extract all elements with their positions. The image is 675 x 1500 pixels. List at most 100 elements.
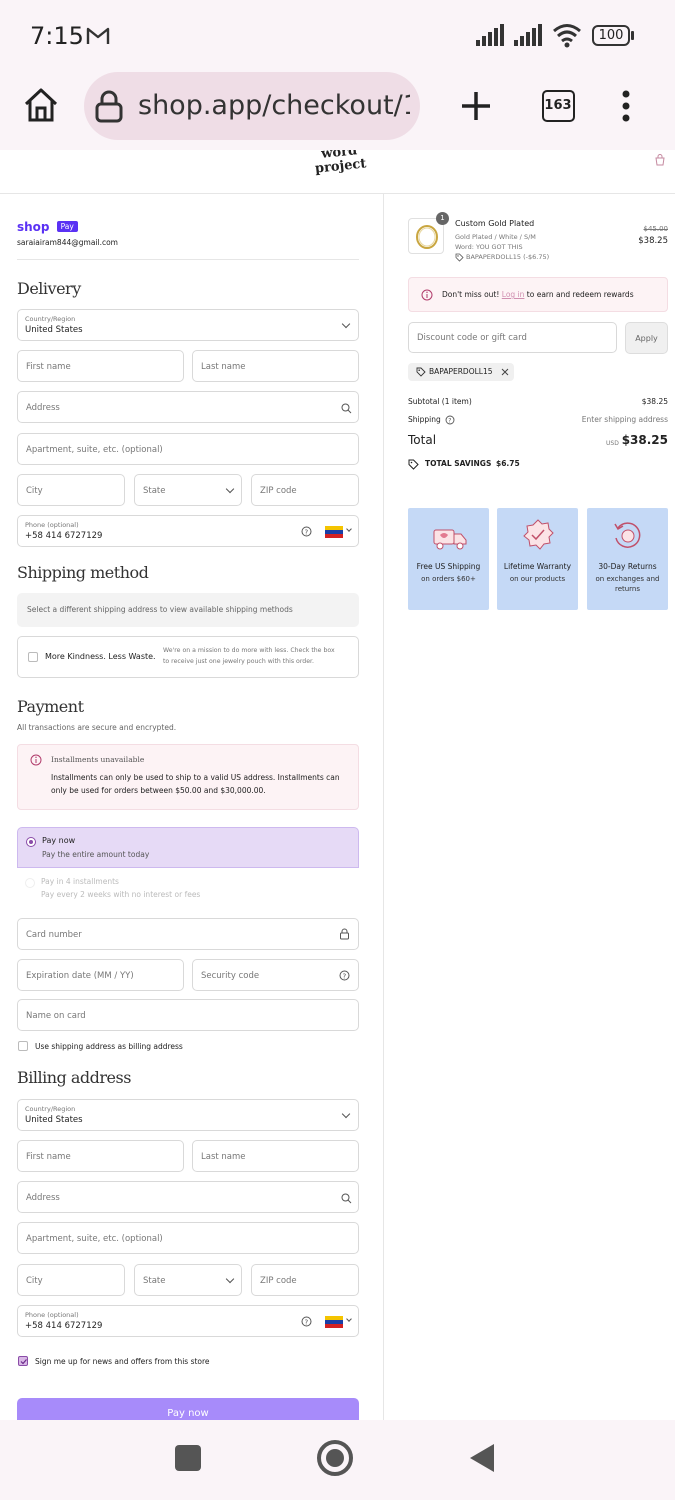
billing-city-input[interactable]: City [17,1264,125,1296]
kindness-desc-1: We're on a mission to do more with less.… [163,647,335,654]
city-input[interactable]: City [17,474,125,506]
help-icon[interactable]: ? [339,970,350,981]
lock-icon[interactable] [94,90,124,124]
kindness-option[interactable]: More Kindness. Less Waste. We're on a mi… [17,636,359,678]
home-button[interactable] [317,1440,353,1476]
tag-icon [416,367,426,377]
svg-text:?: ? [448,418,451,425]
billing-zip-input[interactable]: ZIP code [251,1264,359,1296]
first-name-input[interactable]: First name [17,350,184,382]
search-icon [341,1193,352,1204]
chevron-down-icon [341,319,351,329]
help-icon[interactable]: ? [301,1316,312,1327]
feature-subtitle: on orders $60+ [421,575,476,583]
billing-state-select[interactable]: State [134,1264,242,1296]
new-tab-icon[interactable] [460,90,492,122]
discount-input[interactable]: Discount code or gift card [408,322,617,353]
login-link[interactable]: Log in [502,290,525,299]
remove-code-icon[interactable] [501,368,509,376]
status-bar: 7:15 100 [0,0,675,72]
feature-title: Free US Shipping [416,562,481,571]
pay-now-button[interactable]: Pay now [17,1398,359,1420]
pay-now-radio[interactable] [26,837,36,847]
total-currency: USD [606,440,619,447]
radio-dot [29,840,33,844]
truck-icon [433,529,467,550]
home-icon[interactable] [22,86,60,124]
check-icon [20,1359,27,1365]
billing-address-input[interactable]: Address [17,1181,359,1213]
back-button[interactable] [468,1442,496,1474]
first-name-placeholder: First name [26,362,71,372]
shipping-method-heading: Shipping method [17,563,149,582]
installments-alert: Installments unavailable Installments ca… [17,744,359,810]
delivery-heading: Delivery [17,279,81,298]
billing-address-placeholder: Address [26,1193,60,1203]
svg-text:?: ? [343,973,347,981]
billing-last-name-input[interactable]: Last name [192,1140,359,1172]
newsletter-label: Sign me up for news and offers from this… [35,1357,210,1366]
discount-placeholder: Discount code or gift card [417,333,527,343]
applied-code-chip: BAPAPERDOLL15 [408,363,514,381]
kindness-checkbox[interactable] [28,652,38,662]
tag-icon [455,253,464,262]
shop-pay-logo[interactable]: shop Pay [17,216,78,235]
system-nav-bar [0,1420,675,1500]
url-text[interactable]: shop.app/checkout/12 [138,90,410,121]
feature-30-day-returns: 30-Day Returns on exchanges and returns [587,508,668,610]
expiration-input[interactable]: Expiration date (MM / YY) [17,959,184,991]
pay-now-option[interactable]: Pay now Pay the entire amount today [17,827,359,868]
card-number-input[interactable]: Card number [17,918,359,950]
cart-icon[interactable] [654,154,666,166]
return-icon [614,522,641,548]
recents-button[interactable] [175,1445,201,1471]
apartment-input[interactable]: Apartment, suite, etc. (optional) [17,433,359,465]
last-name-placeholder: Last name [201,362,246,372]
zip-input[interactable]: ZIP code [251,474,359,506]
security-code-input[interactable]: Security code ? [192,959,359,991]
billing-phone-input[interactable]: Phone (optional) +58 414 6727129 ? [17,1305,359,1337]
chevron-down-icon [341,1109,351,1119]
feature-title: 30-Day Returns [598,562,657,571]
pay-in-4-option: Pay in 4 installments Pay every 2 weeks … [17,868,359,908]
apply-button[interactable]: Apply [625,322,668,354]
address-input[interactable]: Address [17,391,359,423]
original-price: $45.00 [643,225,669,233]
billing-apartment-placeholder: Apartment, suite, etc. (optional) [26,1234,163,1244]
billing-country-label: Country/Region [25,1105,76,1113]
shipping-label: Shipping [408,415,441,424]
svg-text:?: ? [305,529,309,537]
login-banner: Don't miss out! Log in to earn and redee… [408,277,668,312]
billing-first-name-placeholder: First name [26,1152,71,1162]
battery-tip [631,31,634,40]
billing-apartment-input[interactable]: Apartment, suite, etc. (optional) [17,1222,359,1254]
help-icon[interactable]: ? [445,415,455,425]
state-select[interactable]: State [134,474,242,506]
shop-logo-text: shop [17,220,50,234]
billing-city-placeholder: City [26,1276,43,1286]
search-icon [341,403,352,414]
kindness-desc-2: to receive just one jewelry pouch with t… [163,658,314,665]
account-email: saraiairam844@gmail.com [17,238,118,247]
last-name-input[interactable]: Last name [192,350,359,382]
name-on-card-input[interactable]: Name on card [17,999,359,1031]
feature-free-shipping: Free US Shipping on orders $60+ [408,508,489,610]
battery-icon: 100 [592,25,630,46]
phone-input[interactable]: Phone (optional) +58 414 6727129 ? [17,515,359,547]
more-menu-icon[interactable] [620,90,632,122]
venezuela-flag-icon[interactable] [325,1316,343,1328]
store-logo[interactable]: word project [299,150,381,178]
newsletter-checkbox[interactable] [18,1356,28,1366]
login-pre: Don't miss out! [442,290,500,299]
product-discount: BAPAPERDOLL15 (-$6.75) [466,253,550,261]
tab-switcher-button[interactable]: 163 [542,90,575,122]
billing-first-name-input[interactable]: First name [17,1140,184,1172]
venezuela-flag-icon[interactable] [325,526,343,538]
product-name: Custom Gold Plated [455,219,535,228]
apply-label: Apply [635,334,658,343]
billing-same-checkbox[interactable] [18,1041,28,1051]
country-select[interactable]: Country/Region United States [17,309,359,341]
billing-country-select[interactable]: Country/Region United States [17,1099,359,1131]
subtotal-label: Subtotal (1 item) [408,397,472,406]
help-icon[interactable]: ? [301,526,312,537]
